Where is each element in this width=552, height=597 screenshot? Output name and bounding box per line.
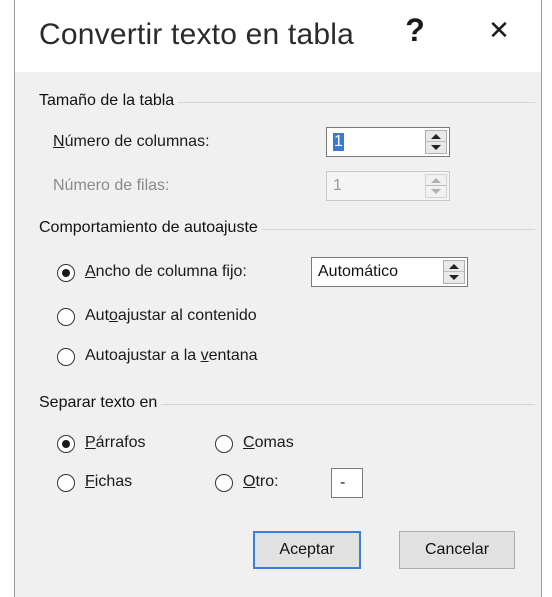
arrow-down-icon [431, 189, 441, 194]
fit-contents-label-accel: o [109, 307, 118, 324]
commas-label[interactable]: Comas [243, 434, 294, 452]
columns-spin-buttons[interactable] [425, 130, 447, 154]
fixed-width-label[interactable]: Ancho de columna fijo: [85, 263, 247, 281]
fit-contents-label[interactable]: Autoajustar al contenido [85, 307, 257, 325]
other-label[interactable]: Otro: [243, 473, 279, 491]
arrow-down-icon [431, 145, 441, 150]
arrow-down-icon [449, 275, 459, 280]
fit-window-label-accel: v [200, 347, 209, 364]
fit-window-label-prefix: Autoajustar a la [85, 347, 201, 364]
fixed-width-spinner[interactable]: Automático [311, 257, 468, 287]
arrow-up-icon [449, 263, 459, 269]
paragraphs-radio[interactable] [57, 435, 75, 453]
rows-label: Número de filas: [53, 177, 170, 194]
fixed-width-increment-button[interactable] [444, 261, 464, 272]
columns-value[interactable]: 1 [333, 133, 344, 151]
fixed-width-value[interactable]: Automático [318, 263, 398, 281]
convert-text-to-table-dialog: Convertir texto en tabla ? ✕ Tamaño de l… [14, 0, 542, 597]
tabs-radio[interactable] [57, 474, 75, 492]
fit-window-label-text: entana [208, 347, 258, 364]
title-bar: Convertir texto en tabla ? ✕ [15, 0, 541, 72]
columns-label-text: úmero de columnas: [64, 133, 210, 150]
tabs-label[interactable]: Fichas [85, 473, 132, 491]
commas-label-accel: C [243, 434, 255, 451]
tabs-label-accel: F [85, 473, 95, 490]
close-button[interactable]: ✕ [481, 12, 517, 48]
table-size-section-title: Tamaño de la tabla [39, 92, 179, 110]
autofit-section-title: Comportamiento de autoajuste [39, 219, 262, 237]
rows-spinner: 1 [326, 171, 450, 201]
fixed-width-label-text: ncho de columna fijo: [95, 263, 247, 280]
fixed-width-label-accel: A [85, 263, 96, 280]
fixed-width-radio[interactable] [57, 264, 75, 282]
columns-label-accel: N [53, 133, 65, 150]
fixed-width-decrement-button[interactable] [444, 272, 464, 283]
tabs-label-text: ichas [94, 473, 133, 490]
dialog-title: Convertir texto en tabla [39, 18, 354, 51]
paragraphs-label[interactable]: Párrafos [85, 434, 145, 452]
commas-radio[interactable] [215, 435, 233, 453]
separate-section-title: Separar texto en [39, 394, 162, 412]
columns-decrement-button[interactable] [426, 142, 446, 153]
other-separator-value[interactable]: - [340, 474, 345, 492]
fit-window-radio[interactable] [57, 348, 75, 366]
arrow-up-icon [431, 133, 441, 139]
other-label-accel: O [243, 473, 256, 490]
rows-value: 1 [333, 177, 342, 194]
columns-label: Número de columnas: [53, 133, 210, 151]
commas-label-text: omas [254, 434, 294, 451]
ok-button[interactable]: Aceptar [253, 531, 361, 569]
cancel-button[interactable]: Cancelar [399, 531, 515, 569]
arrow-up-icon [431, 177, 441, 183]
fit-contents-label-prefix: Aut [85, 307, 110, 324]
other-radio[interactable] [215, 474, 233, 492]
fixed-width-spin-buttons[interactable] [443, 260, 465, 284]
paragraphs-label-text: árrafos [95, 434, 146, 451]
fit-window-label[interactable]: Autoajustar a la ventana [85, 347, 258, 365]
other-separator-input[interactable]: - [331, 468, 363, 498]
fit-contents-radio[interactable] [57, 308, 75, 326]
dialog-body: Tamaño de la tabla Número de columnas: 1… [35, 76, 552, 597]
rows-increment-button [426, 175, 446, 186]
help-button[interactable]: ? [398, 10, 432, 50]
paragraphs-label-accel: P [85, 434, 96, 451]
columns-spinner[interactable]: 1 [326, 127, 450, 157]
fit-contents-label-text: ajustar al contenido [117, 307, 257, 324]
columns-increment-button[interactable] [426, 131, 446, 142]
other-label-text: tro: [255, 473, 279, 490]
rows-spin-buttons [425, 174, 447, 198]
rows-decrement-button [426, 186, 446, 197]
